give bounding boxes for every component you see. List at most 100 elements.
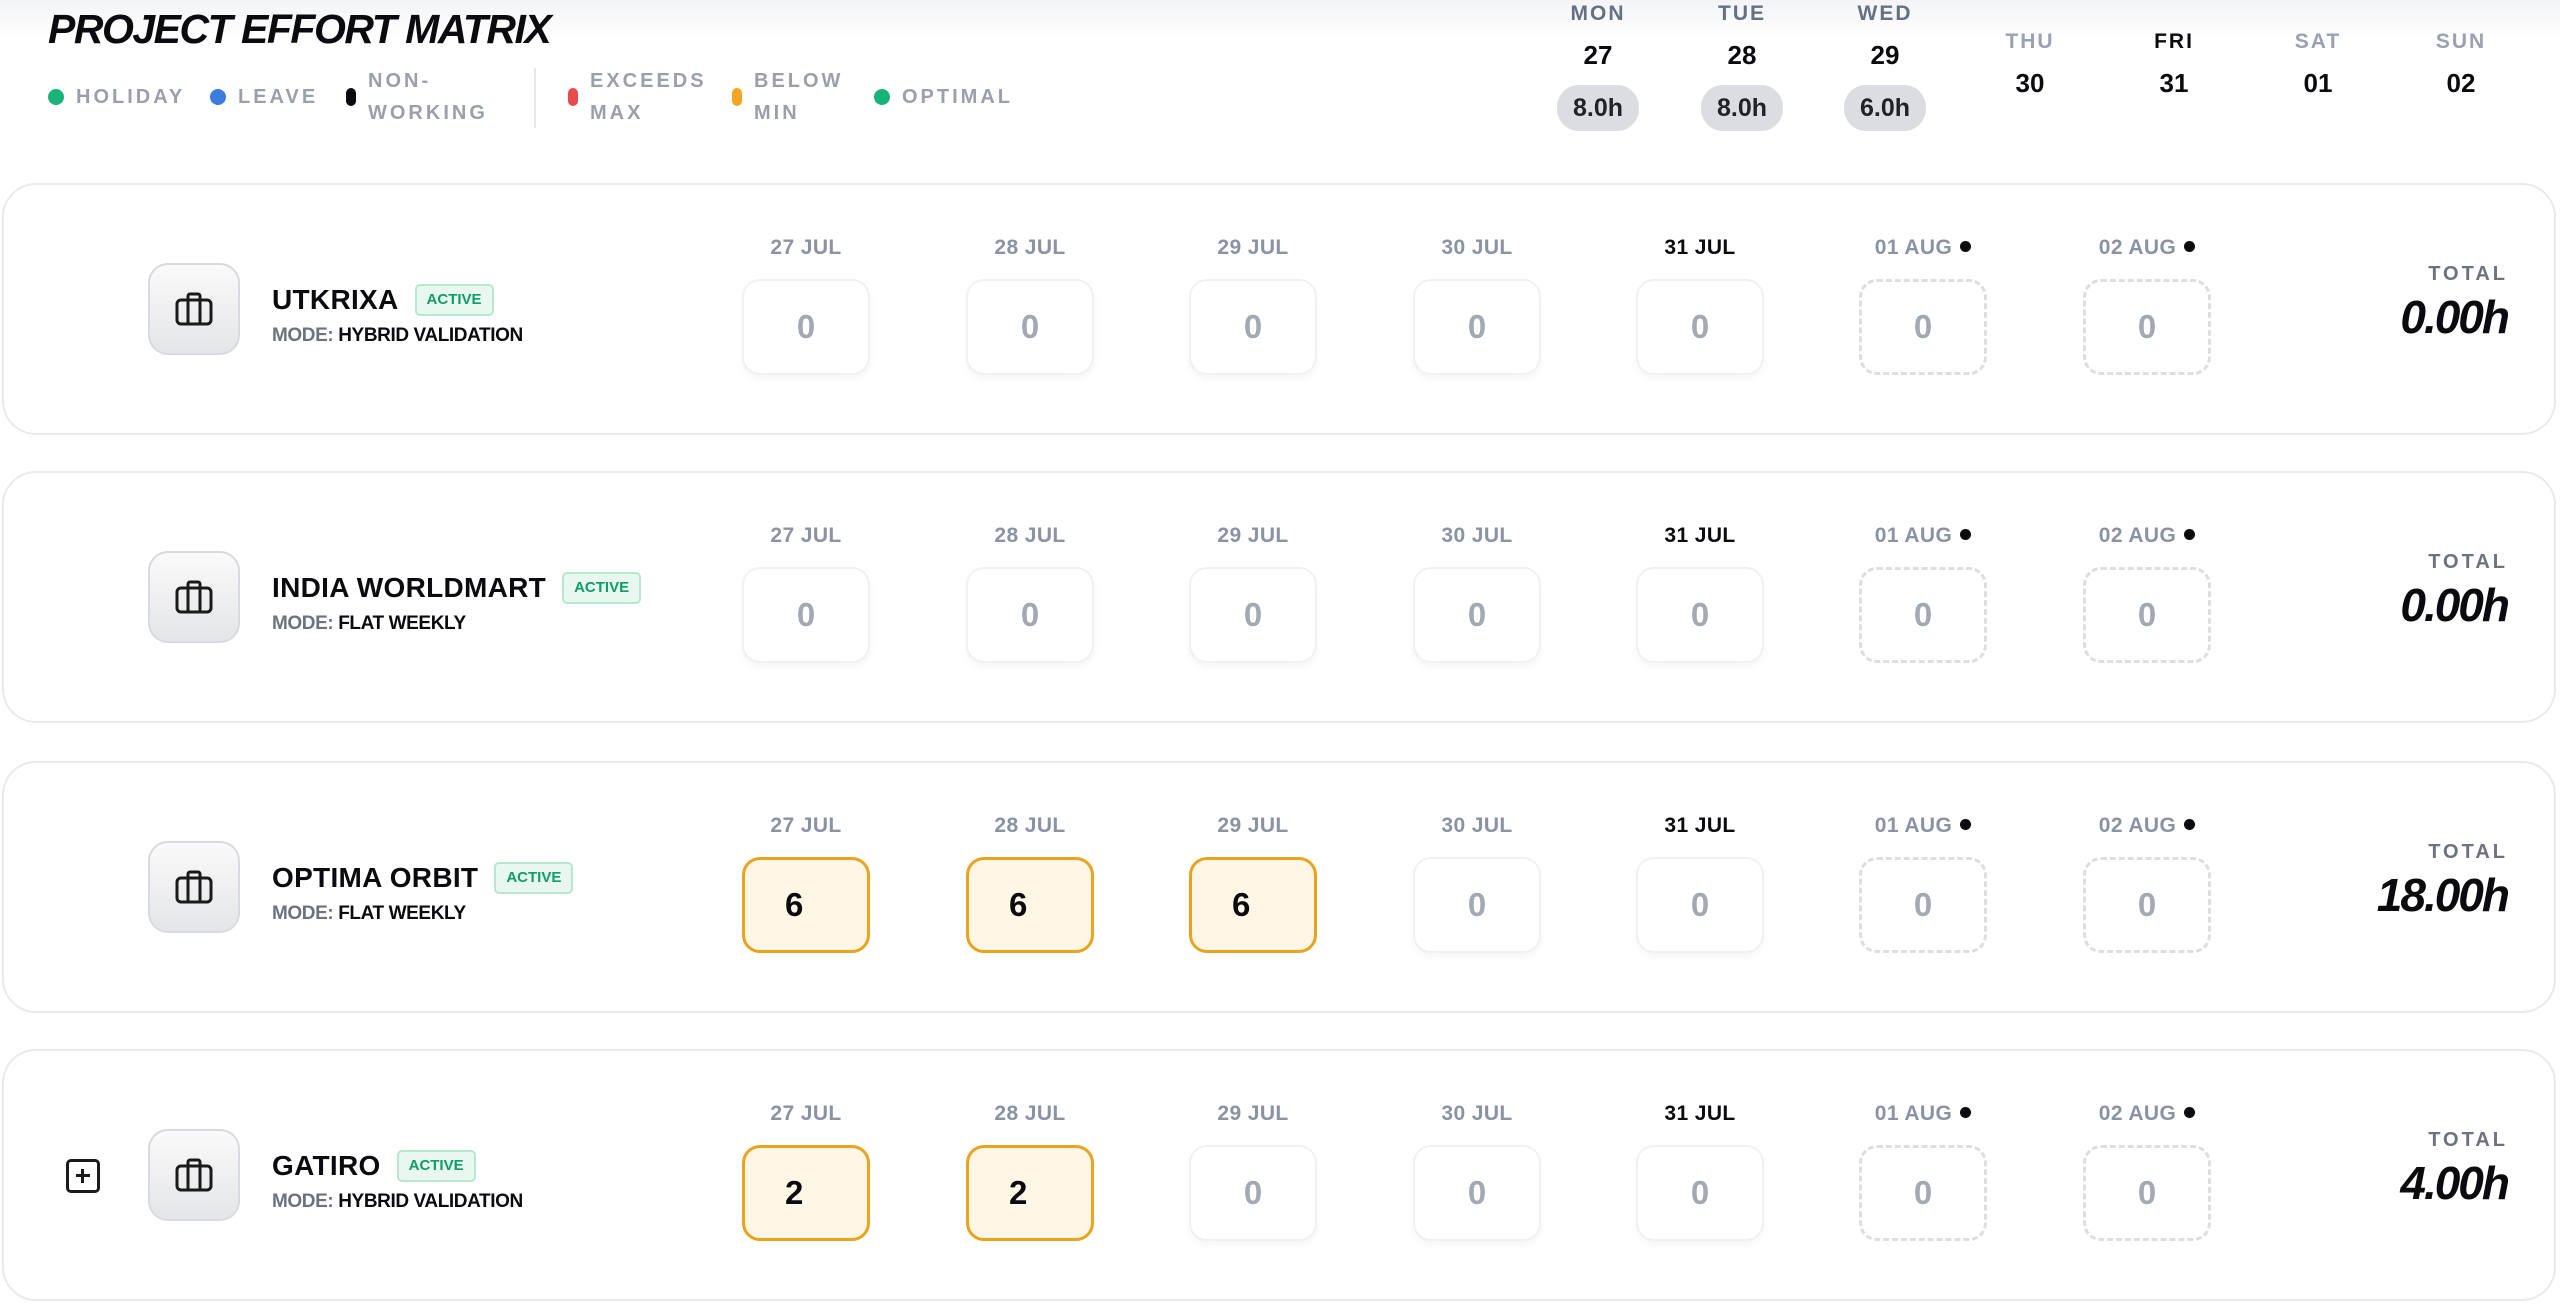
total-block: TOTAL 18.00h <box>2377 841 2510 922</box>
day-label-text: 31 JUL <box>1664 236 1736 259</box>
effort-input[interactable]: 0 <box>2083 1145 2211 1241</box>
effort-input[interactable]: 6 <box>1189 857 1317 953</box>
add-project-icon[interactable] <box>66 1159 100 1193</box>
effort-input[interactable]: 0 <box>1189 567 1317 663</box>
effort-input[interactable]: 6 <box>966 857 1094 953</box>
day-column: 29 JUL 0 <box>1189 235 1317 375</box>
day-label: 29 JUL <box>1189 235 1317 261</box>
legend-item-non-working: NON-WORKING <box>346 66 492 128</box>
day-label-text: 28 JUL <box>994 524 1066 547</box>
week-date: 30 <box>2015 68 2045 98</box>
holiday-dot-icon <box>48 89 64 105</box>
day-label: 01 AUG <box>1859 813 1987 839</box>
mode-value: FLAT WEEKLY <box>338 903 466 924</box>
week-day-tue[interactable]: TUE 28 8.0h <box>1687 0 1797 131</box>
legend-item-optimal: OPTIMAL <box>874 66 1013 128</box>
effort-input[interactable]: 0 <box>2083 857 2211 953</box>
day-label-text: 27 JUL <box>770 814 842 837</box>
effort-input[interactable]: 0 <box>1189 1145 1317 1241</box>
effort-input[interactable]: 0 <box>1189 279 1317 375</box>
legend-label: NON-WORKING <box>368 70 488 124</box>
day-column: 01 AUG 0 <box>1859 813 1987 953</box>
project-mode: MODE: HYBRID VALIDATION <box>272 325 523 347</box>
week-date: 27 <box>1583 40 1613 70</box>
day-column: 31 JUL 0 <box>1636 813 1764 953</box>
week-day-mon[interactable]: MON 27 8.0h <box>1543 0 1653 131</box>
day-label: 30 JUL <box>1413 523 1541 549</box>
week-hours-badge: 8.0h <box>1556 85 1640 131</box>
effort-input[interactable]: 0 <box>742 279 870 375</box>
legend-item-exceeds-max: EXCEEDS MAX <box>568 66 710 128</box>
day-label-text: 31 JUL <box>1664 524 1736 547</box>
project-mode: MODE: HYBRID VALIDATION <box>272 1191 523 1213</box>
week-day-sun[interactable]: SUN 02 <box>2406 0 2516 99</box>
effort-input[interactable]: 0 <box>1413 567 1541 663</box>
legend-label: BELOW MIN <box>754 70 844 124</box>
day-label: 02 AUG <box>2083 1101 2211 1127</box>
effort-input[interactable]: 0 <box>1413 857 1541 953</box>
effort-input[interactable]: 0 <box>2083 567 2211 663</box>
week-dow: SAT <box>2294 30 2342 53</box>
day-label-text: 02 AUG <box>2098 814 2177 837</box>
day-label: 29 JUL <box>1189 1101 1317 1127</box>
effort-input[interactable]: 0 <box>1636 857 1764 953</box>
week-day-wed[interactable]: WED 29 6.0h <box>1830 0 1940 131</box>
effort-input[interactable]: 0 <box>1859 279 1987 375</box>
effort-input[interactable]: 0 <box>1636 279 1764 375</box>
day-column: 02 AUG 0 <box>2083 1101 2211 1241</box>
day-label-text: 31 JUL <box>1664 1102 1736 1125</box>
header: PROJECT EFFORT MATRIX HOLIDAY LEAVE NON-… <box>0 0 2560 170</box>
day-label: 30 JUL <box>1413 813 1541 839</box>
project-row: UTKRIXA ACTIVE MODE: HYBRID VALIDATION 27 J… <box>2 183 2556 435</box>
day-label: 31 JUL <box>1636 813 1764 839</box>
day-label-text: 01 AUG <box>1874 236 1953 259</box>
total-label: TOTAL <box>2428 551 2508 573</box>
status-badge: ACTIVE <box>414 284 494 316</box>
effort-input[interactable]: 0 <box>1636 567 1764 663</box>
day-label-text: 01 AUG <box>1874 814 1953 837</box>
total-label: TOTAL <box>2428 263 2508 285</box>
status-badge: ACTIVE <box>562 572 642 604</box>
effort-input[interactable]: 0 <box>742 567 870 663</box>
non-working-dot-icon <box>1960 819 1972 830</box>
project-row: GATIRO ACTIVE MODE: HYBRID VALIDATION 27 JU… <box>2 1049 2556 1301</box>
mode-key: MODE: <box>272 1191 334 1212</box>
non-working-dot-icon <box>1960 241 1972 252</box>
day-label: 30 JUL <box>1413 1101 1541 1127</box>
day-column: 29 JUL 0 <box>1189 523 1317 663</box>
day-label-text: 29 JUL <box>1217 236 1289 259</box>
non-working-dot-icon <box>2184 529 2196 540</box>
optimal-dot-icon <box>874 89 890 105</box>
week-day-fri[interactable]: FRI 31 <box>2119 0 2229 99</box>
week-day-thu[interactable]: THU 30 <box>1975 0 2085 99</box>
effort-input[interactable]: 0 <box>1859 567 1987 663</box>
briefcase-icon <box>148 263 240 355</box>
effort-input[interactable]: 2 <box>966 1145 1094 1241</box>
day-label: 02 AUG <box>2083 523 2211 549</box>
day-label-text: 30 JUL <box>1441 236 1513 259</box>
project-name: INDIA WORLDMART <box>272 572 547 603</box>
day-column: 27 JUL 2 <box>742 1101 870 1241</box>
effort-input[interactable]: 0 <box>1859 857 1987 953</box>
week-dow: SUN <box>2435 30 2487 53</box>
effort-input[interactable]: 0 <box>966 567 1094 663</box>
effort-input[interactable]: 0 <box>2083 279 2211 375</box>
day-label: 29 JUL <box>1189 523 1317 549</box>
day-column: 30 JUL 0 <box>1413 813 1541 953</box>
legend-item-leave: LEAVE <box>210 66 318 128</box>
briefcase-icon <box>148 551 240 643</box>
effort-input[interactable]: 0 <box>966 279 1094 375</box>
day-label-text: 28 JUL <box>994 1102 1066 1125</box>
effort-input[interactable]: 0 <box>1413 1145 1541 1241</box>
day-label: 01 AUG <box>1859 523 1987 549</box>
day-label: 27 JUL <box>742 235 870 261</box>
non-working-dot-icon <box>2184 1107 2196 1118</box>
effort-input[interactable]: 6 <box>742 857 870 953</box>
effort-input[interactable]: 2 <box>742 1145 870 1241</box>
effort-input[interactable]: 0 <box>1859 1145 1987 1241</box>
day-column: 02 AUG 0 <box>2083 235 2211 375</box>
effort-input[interactable]: 0 <box>1636 1145 1764 1241</box>
week-day-sat[interactable]: SAT 01 <box>2263 0 2373 99</box>
day-column: 27 JUL 6 <box>742 813 870 953</box>
effort-input[interactable]: 0 <box>1413 279 1541 375</box>
